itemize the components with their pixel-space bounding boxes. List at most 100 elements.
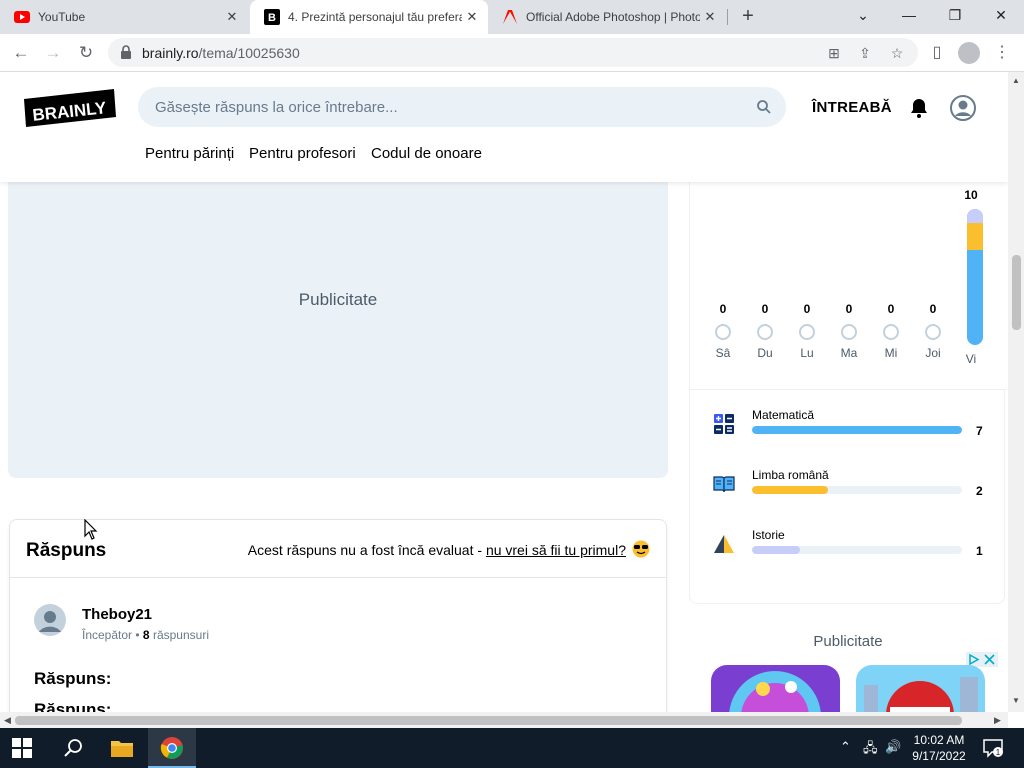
subject-row-history: Istorie 1 — [690, 524, 1006, 574]
profile-avatar-icon[interactable] — [958, 42, 980, 64]
answer-card: Răspuns Acest răspuns nu a fost încă eva… — [9, 519, 667, 712]
weekly-activity: 0 Sâ 0 Du 0 Lu 0 Ma 0 Mi 0 Joi 10 Vi — [690, 172, 1006, 390]
day-count: 0 — [845, 302, 853, 316]
ad-game-image[interactable] — [711, 665, 840, 712]
adobe-icon — [503, 10, 517, 24]
tray-chevron-icon[interactable]: ⌃ — [840, 739, 851, 755]
scroll-down-arrow-icon[interactable]: ▼ — [1012, 696, 1020, 705]
subject-row-romanian: Limba română 2 — [690, 464, 1006, 514]
browser-tab-strip: YouTube ✕ B 4. Prezintă personajul tău p… — [0, 0, 1024, 34]
day-label: Mi — [884, 346, 898, 360]
notification-bell-icon[interactable] — [908, 97, 930, 119]
day-label: Lu — [800, 346, 814, 360]
answer-body-text: Răspuns: — [34, 700, 112, 712]
close-tab-icon[interactable]: ✕ — [222, 9, 242, 25]
back-button[interactable]: ← — [8, 40, 34, 66]
search-input[interactable]: Găsește răspuns la orice întrebare... — [138, 87, 786, 127]
answerer-username[interactable]: Theboy21 — [82, 606, 152, 623]
search-placeholder: Găsește răspuns la orice întrebare... — [155, 99, 398, 116]
rating-note-text: Acest răspuns nu a fost încă evaluat - — [247, 542, 486, 558]
bookmark-star-icon[interactable]: ☆ — [887, 43, 907, 63]
day-column: 0 Ma — [834, 302, 864, 360]
nav-parents-link[interactable]: Pentru părinți — [145, 145, 234, 162]
network-icon[interactable]: 🖧 — [863, 739, 878, 761]
sidebar-ad-label: Publicitate — [813, 633, 883, 650]
close-tab-icon[interactable]: ✕ — [462, 9, 482, 25]
menu-dots-icon[interactable]: ⋮ — [989, 40, 1015, 66]
day-dot — [925, 324, 941, 340]
scrollbar-thumb[interactable] — [15, 716, 962, 725]
minimize-button[interactable]: — — [886, 0, 932, 30]
horizontal-scrollbar[interactable]: ◀ ▶ — [0, 712, 1008, 728]
tab-search-icon[interactable]: ⌄ — [840, 0, 886, 30]
address-bar[interactable]: brainly.ro/tema/10025630 ⊞ ⇪ ☆ — [108, 38, 918, 67]
history-pyramid-icon — [714, 535, 734, 553]
answerer-avatar[interactable] — [34, 604, 66, 636]
search-icon[interactable] — [62, 736, 86, 760]
translate-icon[interactable]: ⊞ — [824, 43, 844, 63]
tab-photoshop[interactable]: Official Adobe Photoshop | Photo ✕ — [488, 0, 726, 34]
search-icon[interactable] — [756, 99, 772, 115]
scroll-up-arrow-icon[interactable]: ▲ — [1012, 76, 1020, 85]
answer-header: Răspuns Acest răspuns nu a fost încă eva… — [10, 520, 666, 578]
scroll-left-arrow-icon[interactable]: ◀ — [4, 715, 11, 726]
url-text[interactable]: brainly.ro/tema/10025630 — [142, 45, 300, 61]
file-explorer-icon[interactable] — [110, 736, 134, 760]
share-icon[interactable]: ⇪ — [855, 43, 875, 63]
close-window-button[interactable]: ✕ — [978, 0, 1024, 30]
day-column: 0 Du — [750, 302, 780, 360]
day-count: 0 — [887, 302, 895, 316]
scrollbar-thumb[interactable] — [1012, 255, 1021, 330]
new-tab-button[interactable]: + — [738, 5, 758, 29]
windows-taskbar: ⌃ 🖧 🔊 10:02 AM 9/17/2022 1 — [0, 728, 1024, 768]
page-viewport: BRAINLY Găsește răspuns la orice întreba… — [0, 72, 1008, 712]
reload-button[interactable]: ↻ — [73, 40, 99, 66]
restore-button[interactable]: ❐ — [932, 0, 978, 30]
subject-row-math: Matematică 7 — [690, 404, 1006, 454]
volume-icon[interactable]: 🔊 — [885, 739, 901, 755]
day-dot — [841, 324, 857, 340]
forward-button[interactable]: → — [40, 40, 66, 66]
subject-count: 7 — [976, 424, 983, 438]
nav-honor-code-link[interactable]: Codul de onoare — [371, 145, 482, 162]
notification-center-icon[interactable]: 1 — [982, 737, 1004, 759]
close-tab-icon[interactable]: ✕ — [700, 9, 720, 25]
subject-progress-track — [752, 426, 962, 434]
tab-brainly[interactable]: B 4. Prezintă personajul tău prefera ✕ — [250, 0, 488, 34]
notification-count: 1 — [996, 748, 1001, 757]
user-avatar-icon[interactable] — [950, 95, 976, 121]
day-column: 0 Sâ — [708, 302, 738, 360]
today-count: 10 — [964, 188, 978, 202]
chrome-icon[interactable] — [160, 736, 184, 760]
today-bar-segment — [967, 223, 983, 250]
youtube-icon — [14, 11, 30, 23]
tab-youtube[interactable]: YouTube ✕ — [0, 0, 248, 34]
taskbar-clock[interactable]: 10:02 AM 9/17/2022 — [908, 732, 970, 764]
lock-icon[interactable] — [120, 45, 132, 59]
nav-teachers-link[interactable]: Pentru profesori — [249, 145, 356, 162]
today-progress-bar — [967, 209, 983, 345]
browser-toolbar: ← → ↻ brainly.ro/tema/10025630 ⊞ ⇪ ☆ ▯ ⋮ — [0, 34, 1024, 72]
ask-question-button[interactable]: ÎNTREABĂ — [812, 99, 892, 116]
scroll-right-arrow-icon[interactable]: ▶ — [994, 715, 1001, 726]
site-header: BRAINLY Găsește răspuns la orice întreba… — [0, 72, 1008, 182]
today-label: Vi — [965, 352, 977, 366]
day-dot — [757, 324, 773, 340]
subject-progress-fill — [752, 546, 801, 554]
brainly-favicon-icon: B — [264, 9, 280, 25]
day-column: 0 Lu — [792, 302, 822, 360]
vertical-scrollbar[interactable]: ▲ ▼ — [1008, 72, 1024, 712]
day-count: 0 — [761, 302, 769, 316]
math-icon — [714, 414, 734, 434]
ad-game-image[interactable] — [856, 665, 985, 712]
sunglasses-emoji-icon — [632, 540, 650, 558]
windows-start-icon[interactable] — [12, 738, 32, 758]
side-panel-icon[interactable]: ▯ — [924, 40, 950, 66]
brainly-logo[interactable]: BRAINLY — [24, 89, 116, 127]
tab-title: Official Adobe Photoshop | Photo — [526, 10, 700, 24]
answer-count-label: răspunsuri — [152, 628, 209, 642]
subject-progress-track — [752, 486, 962, 494]
mouse-cursor-icon — [84, 519, 98, 540]
rate-first-link[interactable]: nu vrei să fii tu primul? — [486, 542, 626, 558]
book-icon — [713, 476, 735, 493]
